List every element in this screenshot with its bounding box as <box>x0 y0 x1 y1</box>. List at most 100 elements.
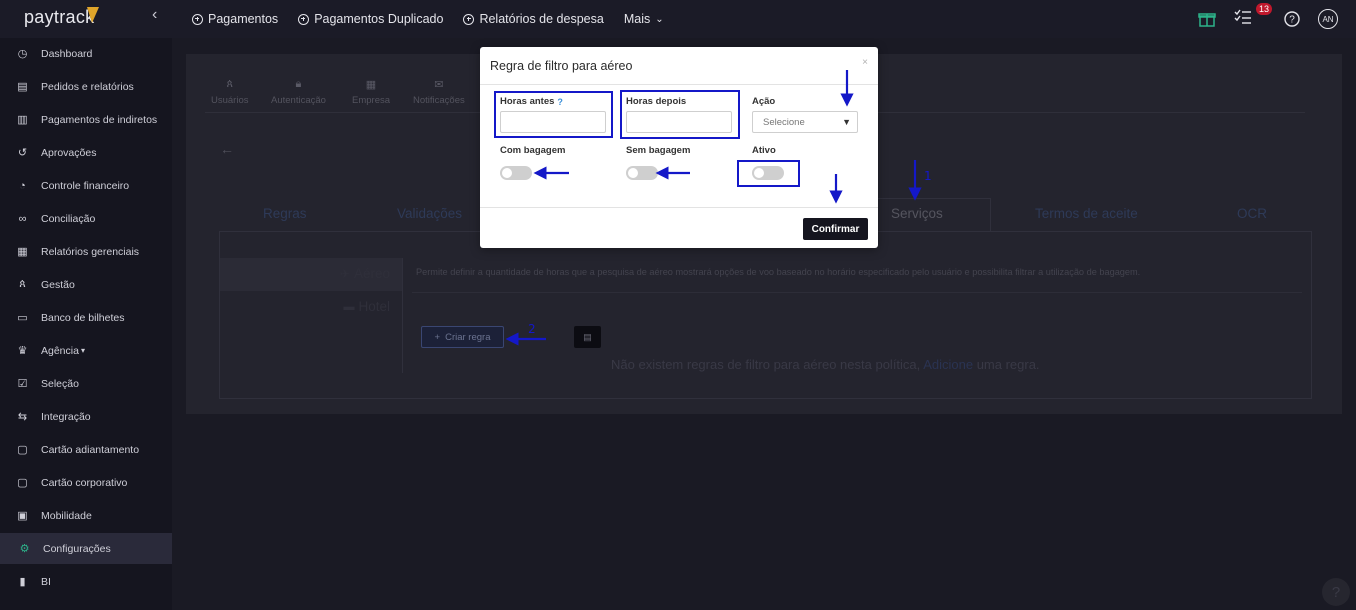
history-icon: ↺ <box>17 147 28 159</box>
bed-icon: ▬ <box>343 300 355 313</box>
sidebar-item-cartao-corporativo[interactable]: ▢ Cartão corporativo <box>0 467 172 498</box>
sidebar-item-gestao[interactable]: ጰ Gestão <box>0 269 172 300</box>
tab-empresa[interactable]: ▦ Empresa <box>352 78 390 106</box>
sidebar-item-selecao[interactable]: ☑ Seleção <box>0 368 172 399</box>
document-icon: ▤ <box>17 81 28 93</box>
sidebar-item-banco-bilhetes[interactable]: ▭ Banco de bilhetes <box>0 302 172 333</box>
sidebar-item-dashboard[interactable]: ◷ Dashboard <box>0 38 172 69</box>
gift-icon[interactable] <box>1198 10 1216 28</box>
plus-circle-icon <box>298 13 310 25</box>
plus-circle-icon <box>192 13 203 25</box>
mail-icon: ✉ <box>434 79 444 91</box>
sidebar-item-mobilidade[interactable]: ▣ Mobilidade <box>0 500 172 531</box>
annotation-box-horas-antes <box>494 91 613 138</box>
tab-usuarios[interactable]: ጰ Usuários <box>211 78 249 106</box>
caret-down-icon: ▾ <box>80 346 85 355</box>
users-icon: ጰ <box>226 78 234 90</box>
notification-badge: 13 <box>1256 2 1273 15</box>
filter-rule-modal: Regra de filtro para aéreo × Horas antes… <box>480 47 878 248</box>
divider <box>412 292 1302 293</box>
sidebar-item-integracao[interactable]: ⇆ Integração <box>0 401 172 432</box>
sidebar-item-controle-financeiro[interactable]: ◔ Controle financeiro <box>0 170 172 201</box>
help-icon[interactable]: ? <box>1284 11 1300 27</box>
checklist-icon <box>1234 9 1251 24</box>
help-fab-icon[interactable]: ? <box>1322 578 1350 606</box>
plus-circle-icon <box>463 13 475 25</box>
tasks-button[interactable]: 13 <box>1234 2 1273 30</box>
modal-divider <box>480 207 878 208</box>
tab-ocr[interactable]: OCR <box>1237 206 1267 221</box>
collapse-sidebar-icon[interactable]: ‹ <box>152 6 157 24</box>
sem-bagagem-toggle[interactable] <box>626 166 658 180</box>
nav-pagamentos-duplicado[interactable]: Pagamentos Duplicado <box>298 12 443 26</box>
add-rule-link[interactable]: Adicione <box>923 357 973 372</box>
ativo-label: Ativo <box>752 145 776 156</box>
close-icon[interactable]: × <box>862 57 868 68</box>
service-nav: ✈︎ Aéreo ▬ Hotel <box>220 258 403 373</box>
tab-notificacoes[interactable]: ✉ Notificações <box>413 78 465 106</box>
barcode-icon: ▥ <box>17 114 28 126</box>
sidebar-item-bi[interactable]: ▮ BI <box>0 566 172 597</box>
nav-pagamentos[interactable]: Pagamentos <box>192 12 278 26</box>
sidebar-item-relatorios-gerenciais[interactable]: ▦ Relatórios gerenciais <box>0 236 172 267</box>
nav-mais[interactable]: Mais ⌄ <box>624 12 664 26</box>
confirm-button[interactable]: Confirmar <box>803 218 868 240</box>
users-icon: ጰ <box>19 278 26 290</box>
airplane-icon: ✈︎ <box>339 266 350 281</box>
avatar[interactable]: AN <box>1318 9 1338 29</box>
gear-icon: ⚙ <box>19 543 30 555</box>
annotation-box-horas-depois <box>620 90 740 139</box>
tab-autenticacao[interactable]: 🔒︎ Autenticação <box>271 78 326 106</box>
document-button[interactable]: ▤ <box>574 326 601 348</box>
service-nav-aereo[interactable]: ✈︎ Aéreo <box>340 266 390 281</box>
com-bagagem-label: Com bagagem <box>500 145 566 156</box>
service-nav-hotel[interactable]: ▬ Hotel <box>343 299 390 314</box>
sidebar-item-conciliacao[interactable]: ∞ Conciliação <box>0 203 172 234</box>
tab-servicos[interactable]: Serviços <box>891 206 943 221</box>
tab-termos-aceite[interactable]: Termos de aceite <box>1035 206 1138 221</box>
annotation-number-1: 1 <box>924 169 932 183</box>
sidebar-item-agencia[interactable]: ♛ Agência ▾ <box>0 335 172 366</box>
annotation-number-2: 2 <box>528 322 536 336</box>
logo[interactable]: paytrack <box>24 7 94 28</box>
bar-chart-icon: ▮ <box>19 576 26 588</box>
modal-title: Regra de filtro para aéreo <box>490 59 633 73</box>
card-icon: ▢ <box>17 477 28 489</box>
document-icon: ▤ <box>583 331 592 342</box>
link-icon: ∞ <box>18 212 27 225</box>
create-rule-button[interactable]: + Criar regra <box>421 326 504 348</box>
dashboard-icon: ◷ <box>17 48 28 60</box>
modal-divider <box>480 84 878 85</box>
tab-validacoes[interactable]: Validações <box>397 206 462 221</box>
sidebar-item-aprovacoes[interactable]: ↺ Aprovações <box>0 137 172 168</box>
sidebar-item-pedidos[interactable]: ▤ Pedidos e relatórios <box>0 71 172 102</box>
com-bagagem-toggle[interactable] <box>500 166 532 180</box>
card-icon: ▢ <box>17 444 28 456</box>
annotation-box-ativo <box>737 160 800 187</box>
chevron-down-icon: ⌄ <box>655 13 664 25</box>
plus-icon: + <box>434 331 441 343</box>
car-icon: ▣ <box>17 510 28 522</box>
empty-state-message: Não existem regras de filtro para aéreo … <box>611 357 1040 372</box>
tab-regras[interactable]: Regras <box>263 206 307 221</box>
checkbox-icon: ☑ <box>17 378 28 390</box>
top-bar: paytrack ‹ Pagamentos Pagamentos Duplica… <box>0 0 1356 38</box>
sidebar-item-cartao-adiantamento[interactable]: ▢ Cartão adiantamento <box>0 434 172 465</box>
chart-pie-icon: ◔ <box>19 179 26 192</box>
acao-select[interactable]: Selecione ▼ <box>752 111 858 133</box>
service-description: Permite definir a quantidade de horas qu… <box>416 267 1141 277</box>
building-icon: ▦ <box>365 79 377 91</box>
sync-icon: ⇆ <box>17 411 28 423</box>
sidebar: ◷ Dashboard ▤ Pedidos e relatórios ▥ Pagame… <box>0 38 172 610</box>
sidebar-item-pagamentos-indiretos[interactable]: ▥ Pagamentos de indiretos <box>0 104 172 135</box>
acao-label: Ação <box>752 96 776 107</box>
lock-icon: 🔒︎ <box>295 78 302 90</box>
sidebar-item-configuracoes[interactable]: ⚙ Configurações <box>0 533 172 564</box>
crown-icon: ♛ <box>17 345 28 357</box>
ticket-icon: ▭ <box>17 312 28 324</box>
nav-relatorios-despesa[interactable]: Relatórios de despesa <box>463 12 604 26</box>
logo-mark-icon <box>87 7 99 23</box>
caret-down-icon: ▼ <box>842 117 851 127</box>
sem-bagagem-label: Sem bagagem <box>626 145 691 156</box>
back-arrow-icon[interactable]: ← <box>220 141 234 157</box>
